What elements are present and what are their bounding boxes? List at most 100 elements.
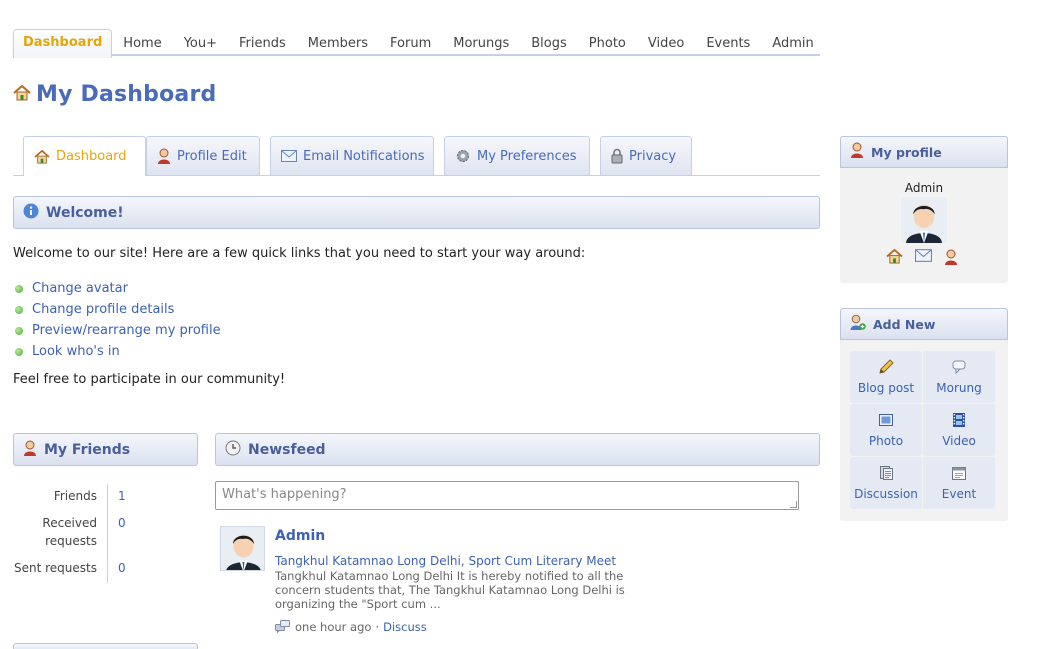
tab-label: Email Notifications	[303, 148, 425, 164]
stat-label: Sent requests	[13, 556, 108, 583]
nav-item-video[interactable]: Video	[637, 36, 695, 56]
welcome-header: Welcome!	[13, 196, 820, 229]
user-icon[interactable]	[944, 249, 958, 269]
add-blog-post-button[interactable]: Blog post	[850, 351, 922, 403]
discuss-link[interactable]: Discuss	[383, 620, 427, 634]
newsfeed-header: Newsfeed	[215, 433, 820, 466]
nav-item-you-plus[interactable]: You+	[173, 36, 228, 56]
stat-label: Friends	[13, 484, 108, 511]
newsfeed-title: Newsfeed	[248, 441, 326, 458]
film-icon	[951, 412, 967, 428]
clock-icon	[225, 440, 241, 460]
nav-item-members[interactable]: Members	[297, 36, 379, 56]
friends-header: My Friends	[13, 433, 198, 466]
quick-links: Change avatar Change profile details Pre…	[15, 278, 221, 362]
add-user-icon	[850, 314, 866, 334]
photo-icon	[878, 412, 894, 428]
page-header: My Dashboard	[13, 82, 216, 107]
my-profile-header: My profile	[840, 136, 1008, 168]
list-item: Change avatar	[15, 278, 221, 299]
add-new-body: Blog post Morung Photo Video Discussion …	[840, 340, 1008, 521]
add-event-button[interactable]: Event	[923, 457, 995, 509]
top-navigation: Dashboard Home You+ Friends Members Foru…	[13, 28, 820, 58]
tab-privacy[interactable]: Privacy	[600, 136, 692, 175]
gear-icon	[455, 148, 471, 164]
received-requests-link[interactable]: 0	[108, 511, 126, 556]
friends-stats: Friends 1 Received requests 0 Sent reque…	[13, 484, 198, 583]
bullet-icon	[15, 326, 23, 335]
nav-item-friends[interactable]: Friends	[228, 36, 297, 56]
speech-bubble-icon	[951, 359, 967, 375]
feed-time: one hour ago	[295, 620, 372, 634]
look-whos-in-link[interactable]: Look who's in	[32, 344, 120, 359]
add-new-label: Photo	[868, 434, 904, 448]
add-new-grid: Blog post Morung Photo Video Discussion …	[850, 351, 996, 509]
profile-name: Admin	[904, 181, 944, 195]
nav-item-forum[interactable]: Forum	[379, 36, 442, 56]
user-icon	[23, 440, 37, 460]
stat-row: Received requests 0	[13, 511, 198, 556]
bullet-icon	[15, 284, 23, 293]
stat-row: Sent requests 0	[13, 556, 198, 583]
change-avatar-link[interactable]: Change avatar	[32, 281, 128, 296]
bullet-icon	[15, 347, 23, 356]
discussion-icon	[275, 620, 290, 634]
nav-item-morungs[interactable]: Morungs	[442, 36, 520, 56]
nav-item-admin[interactable]: Admin	[761, 36, 824, 56]
welcome-outro: Feel free to participate in our communit…	[13, 372, 286, 387]
preview-profile-link[interactable]: Preview/rearrange my profile	[32, 323, 221, 338]
envelope-icon	[281, 150, 297, 162]
stat-label: Received requests	[13, 511, 108, 556]
add-video-button[interactable]: Video	[923, 404, 995, 456]
tab-profile-edit[interactable]: Profile Edit	[146, 136, 260, 175]
avatar[interactable]	[220, 526, 265, 571]
tab-email-notifications[interactable]: Email Notifications	[270, 136, 434, 175]
add-new-label: Video	[942, 434, 976, 448]
welcome-intro: Welcome to our site! Here are a few quic…	[13, 246, 586, 261]
add-morung-button[interactable]: Morung	[923, 351, 995, 403]
feed-meta: one hour ago · Discuss	[275, 620, 427, 634]
lock-icon	[611, 148, 623, 164]
friends-title: My Friends	[44, 441, 131, 458]
my-profile-body: Admin	[840, 168, 1008, 283]
add-discussion-button[interactable]: Discussion	[850, 457, 922, 509]
add-new-label: Event	[941, 487, 977, 501]
pencil-icon	[878, 359, 894, 375]
envelope-icon[interactable]	[915, 249, 932, 269]
my-profile-title: My profile	[871, 144, 942, 160]
list-item: Change profile details	[15, 299, 221, 320]
info-icon	[23, 203, 39, 223]
feed-title-link[interactable]: Tangkhul Katamnao Long Delhi, Sport Cum …	[275, 554, 616, 568]
status-input[interactable]: What's happening?	[215, 481, 799, 510]
add-new-box: Add New Blog post Morung Photo Video Dis…	[840, 308, 1008, 521]
add-new-label: Morung	[936, 381, 982, 395]
home-icon	[34, 149, 50, 164]
add-new-label: Blog post	[857, 381, 915, 395]
tab-label: Privacy	[629, 148, 677, 164]
nav-item-blogs[interactable]: Blogs	[520, 36, 578, 56]
next-section-header	[13, 643, 198, 649]
document-icon	[878, 465, 894, 481]
home-icon	[13, 84, 31, 105]
tab-dashboard[interactable]: Dashboard	[23, 136, 146, 176]
tab-label: Dashboard	[56, 149, 127, 164]
change-profile-details-link[interactable]: Change profile details	[32, 302, 174, 317]
home-icon[interactable]	[886, 248, 903, 269]
feed-author-link[interactable]: Admin	[275, 528, 325, 544]
add-photo-button[interactable]: Photo	[850, 404, 922, 456]
tab-my-preferences[interactable]: My Preferences	[444, 136, 590, 175]
resize-handle[interactable]	[790, 501, 797, 508]
nav-item-dashboard[interactable]: Dashboard	[13, 29, 113, 58]
avatar[interactable]	[901, 197, 947, 243]
calendar-icon	[951, 465, 967, 481]
add-new-title: Add New	[873, 316, 936, 332]
tab-label: My Preferences	[477, 148, 577, 164]
nav-item-events[interactable]: Events	[695, 36, 761, 56]
tab-label: Profile Edit	[177, 148, 247, 164]
nav-item-photo[interactable]: Photo	[578, 36, 637, 56]
friends-count-link[interactable]: 1	[108, 484, 126, 511]
sent-requests-link[interactable]: 0	[108, 556, 126, 583]
add-new-label: Discussion	[854, 487, 918, 501]
nav-item-home[interactable]: Home	[112, 36, 172, 56]
status-placeholder: What's happening?	[222, 487, 347, 502]
